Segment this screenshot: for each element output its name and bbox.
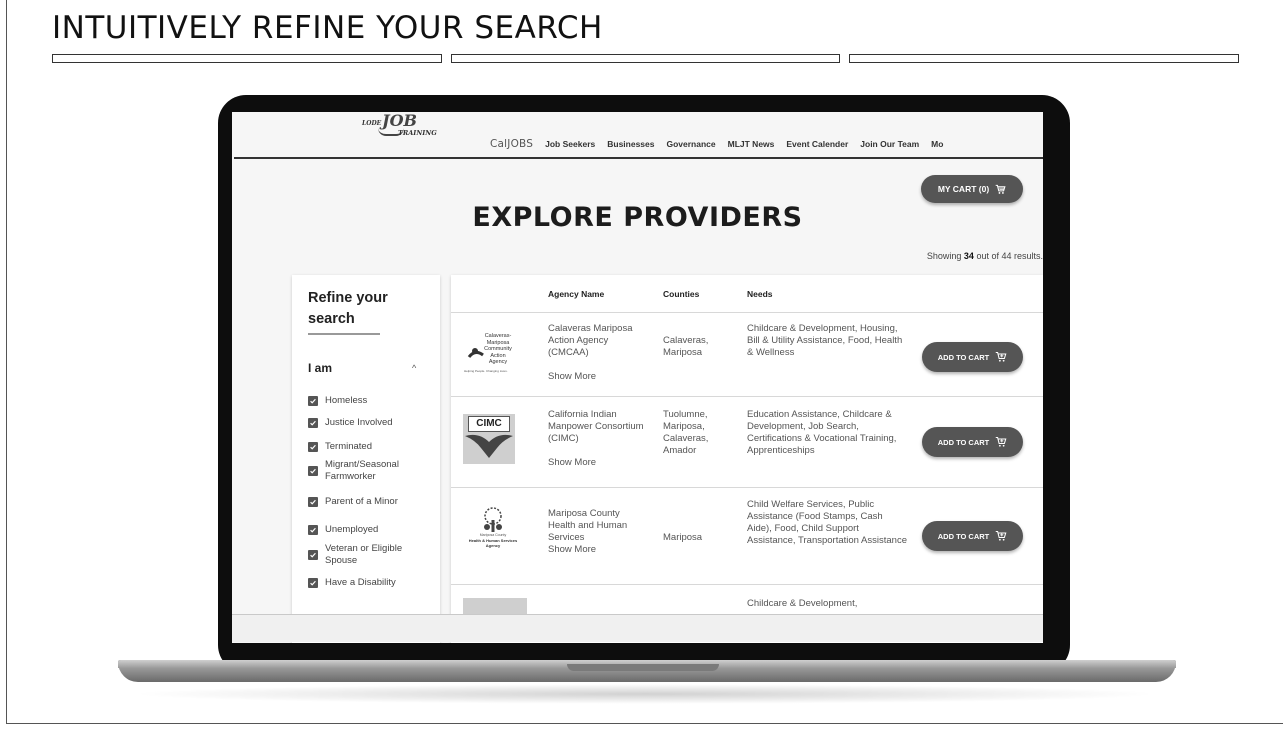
- needs-cell: Child Welfare Services, Public Assistanc…: [747, 499, 907, 546]
- cmcaa-logo-text: Calaveras-Mariposa Community Action Agen…: [484, 333, 512, 365]
- nav-event-calender[interactable]: Event Calender: [786, 139, 848, 149]
- top-navigation: CalJOBS Job Seekers Businesses Governanc…: [490, 138, 943, 150]
- show-more-link[interactable]: Show More: [548, 371, 596, 383]
- nav-join-our-team[interactable]: Join Our Team: [860, 139, 919, 149]
- title-underline-segment-1: [52, 54, 442, 63]
- nav-more[interactable]: Mo: [931, 139, 943, 149]
- providers-table: Agency Name Counties Needs Calaveras-Mar…: [451, 275, 1043, 643]
- results-count: Showing 34 out of 44 results.: [927, 251, 1043, 261]
- results-shown-count: 34: [963, 251, 974, 261]
- filter-label: Justice Involved: [325, 417, 393, 428]
- title-underline-segment-2: [451, 54, 840, 63]
- laptop-notch: [567, 664, 719, 671]
- filter-group-label[interactable]: I am: [308, 361, 332, 375]
- filter-label: Terminated: [325, 441, 372, 452]
- filter-label: Veteran or Eligible Spouse: [325, 543, 403, 566]
- show-more-link[interactable]: Show More: [548, 457, 596, 469]
- filter-unemployed[interactable]: Unemployed: [308, 524, 378, 536]
- filter-label: Migrant/Seasonal Farmworker: [325, 459, 399, 482]
- caljobs-link[interactable]: CalJOBS: [490, 138, 533, 150]
- needs-cell: Childcare & Development,: [747, 598, 858, 609]
- filter-homeless[interactable]: Homeless: [308, 395, 367, 407]
- checkbox-checked-icon[interactable]: [308, 525, 318, 535]
- filter-label: Unemployed: [325, 524, 379, 535]
- nav-mljt-news[interactable]: MLJT News: [728, 139, 775, 149]
- my-cart-label: MY CART (0): [937, 184, 990, 194]
- filter-terminated[interactable]: Terminated: [308, 441, 372, 453]
- filter-disability[interactable]: Have a Disability: [308, 577, 396, 589]
- cart-plus-icon: [996, 436, 1007, 447]
- cart-icon: [995, 184, 1006, 194]
- row-divider: [451, 584, 1043, 585]
- add-to-cart-button[interactable]: ADD TO CART: [922, 521, 1023, 551]
- header-needs: Needs: [747, 289, 773, 299]
- filter-parent-of-minor[interactable]: Parent of a Minor: [308, 496, 398, 508]
- filter-migrant-seasonal[interactable]: Migrant/Seasonal Farmworker: [308, 459, 436, 483]
- tree-family-icon: [484, 507, 502, 532]
- checkbox-checked-icon[interactable]: [308, 466, 318, 476]
- filter-label: Homeless: [325, 395, 368, 406]
- results-suffix: out of 44 results.: [976, 251, 1043, 261]
- filter-veteran[interactable]: Veteran or Eligible Spouse: [308, 543, 436, 567]
- laptop-screen: LODE JOB TRAINING CalJOBS Job Seekers Bu…: [232, 112, 1043, 643]
- results-prefix: Showing: [926, 251, 962, 261]
- checkbox-checked-icon[interactable]: [308, 550, 318, 560]
- page-title: EXPLORE PROVIDERS: [472, 202, 803, 233]
- filter-label: Parent of a Minor: [325, 496, 398, 507]
- nav-businesses[interactable]: Businesses: [607, 139, 654, 149]
- counties-cell: Tuolumne, Mariposa, Calaveras, Amador: [663, 409, 709, 456]
- chevron-up-icon[interactable]: ^: [412, 363, 416, 373]
- counties-cell: Mariposa: [663, 532, 703, 543]
- screen-chin: [232, 614, 1043, 642]
- checkbox-checked-icon[interactable]: [308, 418, 318, 428]
- my-cart-button[interactable]: MY CART (0): [921, 175, 1023, 203]
- title-underline-segment-3: [849, 54, 1239, 63]
- add-to-cart-button[interactable]: ADD TO CART: [922, 427, 1023, 457]
- needs-cell: Education Assistance, Childcare & Develo…: [747, 409, 897, 456]
- show-more-link[interactable]: Show More: [548, 544, 596, 556]
- nav-job-seekers[interactable]: Job Seekers: [545, 139, 595, 149]
- sidebar-title: Refine your search: [308, 290, 388, 327]
- add-to-cart-label: ADD TO CART: [937, 437, 990, 447]
- row-divider: [451, 396, 1043, 397]
- nav-governance[interactable]: Governance: [666, 139, 715, 149]
- header-agency-name: Agency Name: [548, 289, 605, 299]
- add-to-cart-label: ADD TO CART: [937, 531, 990, 541]
- laptop-shadow: [130, 684, 1160, 704]
- agency-name: California Indian Manpower Consortium (C…: [548, 409, 644, 444]
- add-to-cart-button[interactable]: ADD TO CART: [922, 342, 1023, 372]
- checkbox-checked-icon[interactable]: [308, 497, 318, 507]
- filter-label: Have a Disability: [325, 577, 396, 588]
- mariposa-logo-text: Mariposa County: [479, 533, 507, 537]
- agency-name: Calaveras Mariposa Action Agency (CMCAA): [548, 323, 633, 358]
- logo-training-text: TRAINING: [398, 129, 437, 137]
- refine-search-sidebar: Refine your search I am ^ Homeless Justi…: [292, 275, 440, 643]
- row-divider: [451, 312, 1043, 313]
- cmcaa-logo-tagline: Helping People. Changing Lives.: [464, 369, 508, 373]
- row-divider: [451, 487, 1043, 488]
- checkbox-checked-icon[interactable]: [308, 578, 318, 588]
- add-to-cart-label: ADD TO CART: [937, 352, 990, 362]
- filter-justice-involved[interactable]: Justice Involved: [308, 417, 393, 429]
- checkbox-checked-icon[interactable]: [308, 442, 318, 452]
- header-counties: Counties: [663, 289, 700, 299]
- site-logo[interactable]: LODE JOB TRAINING: [362, 112, 452, 144]
- mariposa-logo-tagline: Health & Human Services Agency: [468, 538, 518, 548]
- checkbox-checked-icon[interactable]: [308, 396, 318, 406]
- cimc-logo-text: CIMC: [468, 416, 510, 432]
- cart-plus-icon: [996, 530, 1007, 541]
- sidebar-title-underline: [308, 333, 380, 335]
- needs-cell: Childcare & Development, Housing, Bill &…: [747, 323, 903, 358]
- agency-name: Mariposa County Health and Human Service…: [548, 508, 628, 543]
- nav-divider: [234, 157, 1043, 159]
- cart-plus-icon: [996, 351, 1007, 362]
- slide-title: INTUITIVELY REFINE YOUR SEARCH: [52, 10, 603, 46]
- logo-lode-text: LODE: [362, 120, 382, 127]
- counties-cell: Calaveras, Mariposa: [663, 335, 709, 358]
